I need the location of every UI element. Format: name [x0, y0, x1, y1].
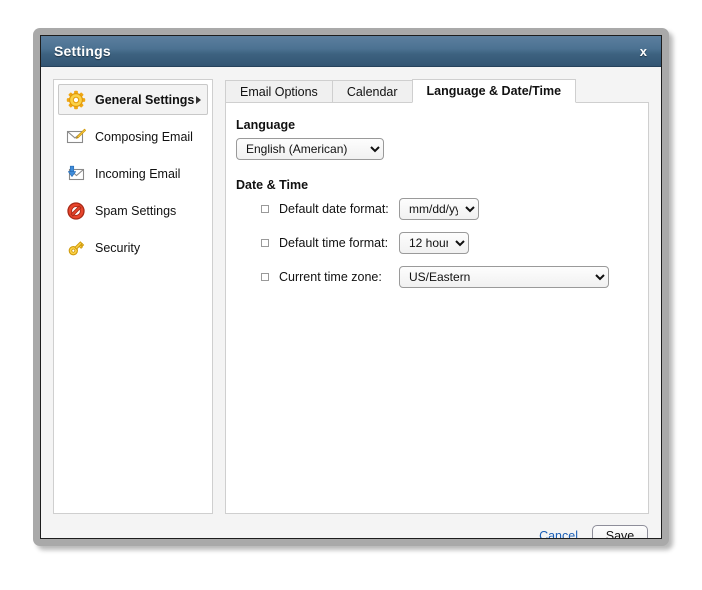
- key-icon: [66, 238, 86, 258]
- dialog-panes: General Settings Composing E: [53, 79, 649, 514]
- chevron-right-icon: [196, 96, 201, 104]
- settings-dialog: Settings x: [40, 35, 662, 539]
- tab-language-date-time[interactable]: Language & Date/Time: [412, 79, 577, 103]
- cancel-button[interactable]: Cancel: [539, 529, 578, 539]
- sidebar-item-incoming-email[interactable]: Incoming Email: [58, 158, 208, 189]
- default-date-format-select[interactable]: mm/dd/yy: [399, 198, 479, 220]
- bullet-icon: [261, 205, 269, 213]
- content-pane: Email Options Calendar Language & Date/T…: [225, 79, 649, 514]
- gear-icon: [66, 90, 86, 110]
- tab-calendar[interactable]: Calendar: [332, 80, 413, 103]
- language-select[interactable]: English (American): [236, 138, 384, 160]
- current-time-zone-label: Current time zone:: [279, 270, 399, 284]
- settings-sidebar: General Settings Composing E: [53, 79, 213, 514]
- dialog-footer: Cancel Save: [53, 514, 649, 539]
- sidebar-item-spam-settings[interactable]: Spam Settings: [58, 195, 208, 226]
- incoming-email-icon: [66, 164, 86, 184]
- current-time-zone-select[interactable]: US/Eastern: [399, 266, 609, 288]
- dialog-body: General Settings Composing E: [41, 67, 661, 539]
- tab-strip-filler: [575, 80, 649, 103]
- compose-email-icon: [66, 127, 86, 147]
- sidebar-item-label: Incoming Email: [95, 167, 180, 181]
- sidebar-item-general-settings[interactable]: General Settings: [58, 84, 208, 115]
- save-button[interactable]: Save: [592, 525, 648, 540]
- sidebar-item-label: Spam Settings: [95, 204, 176, 218]
- tab-email-options[interactable]: Email Options: [225, 80, 333, 103]
- sidebar-item-label: General Settings: [95, 93, 194, 107]
- sidebar-item-label: Security: [95, 241, 140, 255]
- default-date-format-label: Default date format:: [279, 202, 399, 216]
- row-default-date-format: Default date format: mm/dd/yy: [236, 198, 634, 220]
- datetime-heading: Date & Time: [236, 178, 634, 192]
- spam-block-icon: [66, 201, 86, 221]
- dialog-titlebar: Settings x: [41, 36, 661, 67]
- row-current-time-zone: Current time zone: US/Eastern: [236, 266, 634, 288]
- sidebar-item-security[interactable]: Security: [58, 232, 208, 263]
- sidebar-item-label: Composing Email: [95, 130, 193, 144]
- tab-panel-language-date-time: Language English (American) Date & Time …: [225, 102, 649, 514]
- default-time-format-select[interactable]: 12 hour: [399, 232, 469, 254]
- dialog-title: Settings: [54, 43, 111, 59]
- row-default-time-format: Default time format: 12 hour: [236, 232, 634, 254]
- settings-dialog-frame: Settings x: [33, 28, 669, 546]
- default-time-format-label: Default time format:: [279, 236, 399, 250]
- sidebar-item-composing-email[interactable]: Composing Email: [58, 121, 208, 152]
- bullet-icon: [261, 273, 269, 281]
- language-heading: Language: [236, 118, 634, 132]
- close-icon[interactable]: x: [626, 36, 661, 67]
- bullet-icon: [261, 239, 269, 247]
- tab-strip: Email Options Calendar Language & Date/T…: [225, 79, 649, 103]
